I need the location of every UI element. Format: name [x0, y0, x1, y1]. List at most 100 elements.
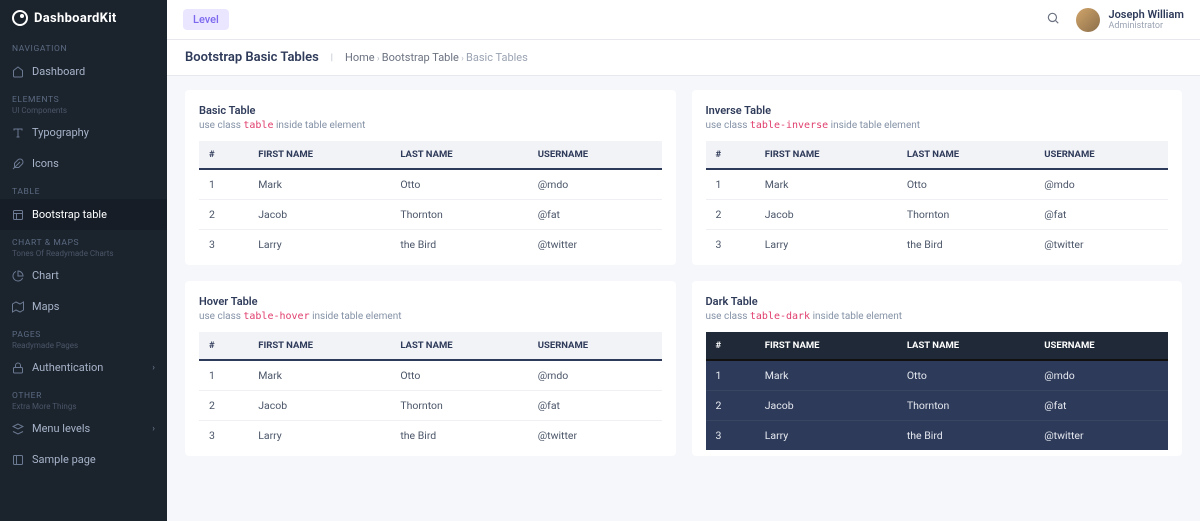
data-table: #FIRST NAMELAST NAMEUSERNAME 1MarkOtto@m… — [199, 332, 662, 450]
content: Basic Table use class table inside table… — [167, 76, 1200, 521]
sidebar: DashboardKit NAVIGATIONDashboardELEMENTS… — [0, 0, 167, 521]
table-cell: 3 — [199, 421, 248, 451]
sidebar-item-sample-page[interactable]: Sample page — [0, 444, 167, 475]
table-cell: 1 — [199, 169, 248, 200]
sidebar-item-label: Bootstrap table — [32, 208, 107, 221]
table-card: Dark Table use class table-dark inside t… — [692, 281, 1183, 456]
table-header-cell: USERNAME — [528, 141, 662, 169]
table-cell: Thornton — [897, 200, 1034, 230]
table-cell: 2 — [199, 391, 248, 421]
brand[interactable]: DashboardKit — [0, 0, 167, 36]
brand-name: DashboardKit — [34, 11, 117, 26]
home-icon — [12, 66, 24, 78]
card-description: use class table inside table element — [199, 120, 662, 131]
table-cell: Otto — [897, 360, 1034, 391]
table-card: Basic Table use class table inside table… — [185, 90, 676, 265]
sidebar-item-label: Icons — [32, 157, 59, 170]
table-cell: Otto — [390, 360, 527, 391]
breadcrumb-item[interactable]: Home — [345, 51, 375, 64]
table-cell: Jacob — [248, 391, 390, 421]
table-cell: @twitter — [528, 421, 662, 451]
table-cell: @mdo — [1034, 360, 1168, 391]
sidebar-item-bootstrap-table[interactable]: Bootstrap table — [0, 199, 167, 230]
table-cell: Jacob — [755, 391, 897, 421]
table-row: 1MarkOtto@mdo — [706, 169, 1169, 200]
table-cell: Mark — [248, 360, 390, 391]
breadcrumb-item: Basic Tables — [466, 51, 528, 64]
card-description: use class table-dark inside table elemen… — [706, 311, 1169, 322]
table-header-cell: USERNAME — [528, 332, 662, 360]
sidebar-item-maps[interactable]: Maps — [0, 291, 167, 322]
main: Level Joseph William Administrator Boots… — [167, 0, 1200, 521]
sidebar-item-label: Typography — [32, 126, 89, 139]
table-cell: @twitter — [1034, 230, 1168, 260]
table-cell: the Bird — [897, 230, 1034, 260]
code-class: table — [243, 120, 273, 131]
table-cell: Otto — [897, 169, 1034, 200]
table-row: 1MarkOtto@mdo — [199, 360, 662, 391]
lock-icon — [12, 362, 24, 374]
sidebar-section-header: CHART & MAPSTones Of Readymade Charts — [0, 230, 167, 260]
table-row: 2JacobThornton@fat — [706, 391, 1169, 421]
sidebar-item-dashboard[interactable]: Dashboard — [0, 56, 167, 87]
sidebar-item-label: Maps — [32, 300, 59, 313]
table-cell: Jacob — [248, 200, 390, 230]
level-badge[interactable]: Level — [183, 9, 229, 30]
breadcrumb-item[interactable]: Bootstrap Table — [382, 51, 459, 64]
table-cell: Mark — [755, 169, 897, 200]
table-card: Hover Table use class table-hover inside… — [185, 281, 676, 456]
sidebar-item-chart[interactable]: Chart — [0, 260, 167, 291]
table-header-cell: FIRST NAME — [755, 141, 897, 169]
chevron-right-icon: › — [375, 54, 382, 64]
sidebar-icon — [12, 454, 24, 466]
table-cell: @mdo — [528, 169, 662, 200]
sidebar-item-typography[interactable]: Typography — [0, 117, 167, 148]
table-cell: @mdo — [1034, 169, 1168, 200]
sidebar-item-authentication[interactable]: Authentication› — [0, 352, 167, 383]
sidebar-item-menu-levels[interactable]: Menu levels › — [0, 413, 167, 444]
table-header-cell: LAST NAME — [390, 141, 527, 169]
table-cell: Thornton — [390, 391, 527, 421]
table-row: 1MarkOtto@mdo — [199, 169, 662, 200]
map-icon — [12, 301, 24, 313]
table-cell: 3 — [706, 230, 755, 260]
table-cell: the Bird — [390, 421, 527, 451]
table-header-cell: FIRST NAME — [248, 141, 390, 169]
sidebar-section-header: ELEMENTSUI Components — [0, 87, 167, 117]
chevron-right-icon: › — [152, 424, 155, 434]
table-cell: 3 — [199, 230, 248, 260]
table-cell: Thornton — [390, 200, 527, 230]
card-title: Dark Table — [706, 295, 1169, 308]
sidebar-item-icons[interactable]: Icons — [0, 148, 167, 179]
table-header-cell: # — [199, 141, 248, 169]
card-description: use class table-hover inside table eleme… — [199, 311, 662, 322]
table-row: 3Larrythe Bird@twitter — [199, 230, 662, 260]
table-cell: 2 — [199, 200, 248, 230]
table-icon — [12, 209, 24, 221]
feather-icon — [12, 158, 24, 170]
user-name: Joseph William — [1108, 8, 1184, 21]
table-cell: Larry — [248, 421, 390, 451]
code-class: table-hover — [243, 311, 309, 322]
table-header-cell: # — [706, 141, 755, 169]
table-cell: Larry — [248, 230, 390, 260]
search-icon[interactable] — [1046, 10, 1060, 29]
user-role: Administrator — [1108, 21, 1184, 31]
sidebar-item-label: Sample page — [32, 453, 96, 466]
topbar: Level Joseph William Administrator — [167, 0, 1200, 40]
sidebar-item-label: Menu levels — [32, 422, 90, 435]
data-table: #FIRST NAMELAST NAMEUSERNAME 1MarkOtto@m… — [706, 332, 1169, 450]
table-header-cell: USERNAME — [1034, 141, 1168, 169]
table-header-cell: USERNAME — [1034, 332, 1168, 360]
table-row: 3Larrythe Bird@twitter — [706, 230, 1169, 260]
table-header-cell: LAST NAME — [897, 332, 1034, 360]
user-menu[interactable]: Joseph William Administrator — [1076, 8, 1184, 32]
table-row: 3Larrythe Bird@twitter — [706, 421, 1169, 451]
code-class: table-dark — [750, 311, 810, 322]
table-cell: @fat — [1034, 391, 1168, 421]
chevron-right-icon: › — [459, 54, 466, 64]
type-icon — [12, 127, 24, 139]
sidebar-item-label: Chart — [32, 269, 59, 282]
table-cell: Larry — [755, 230, 897, 260]
table-cell: @fat — [528, 391, 662, 421]
